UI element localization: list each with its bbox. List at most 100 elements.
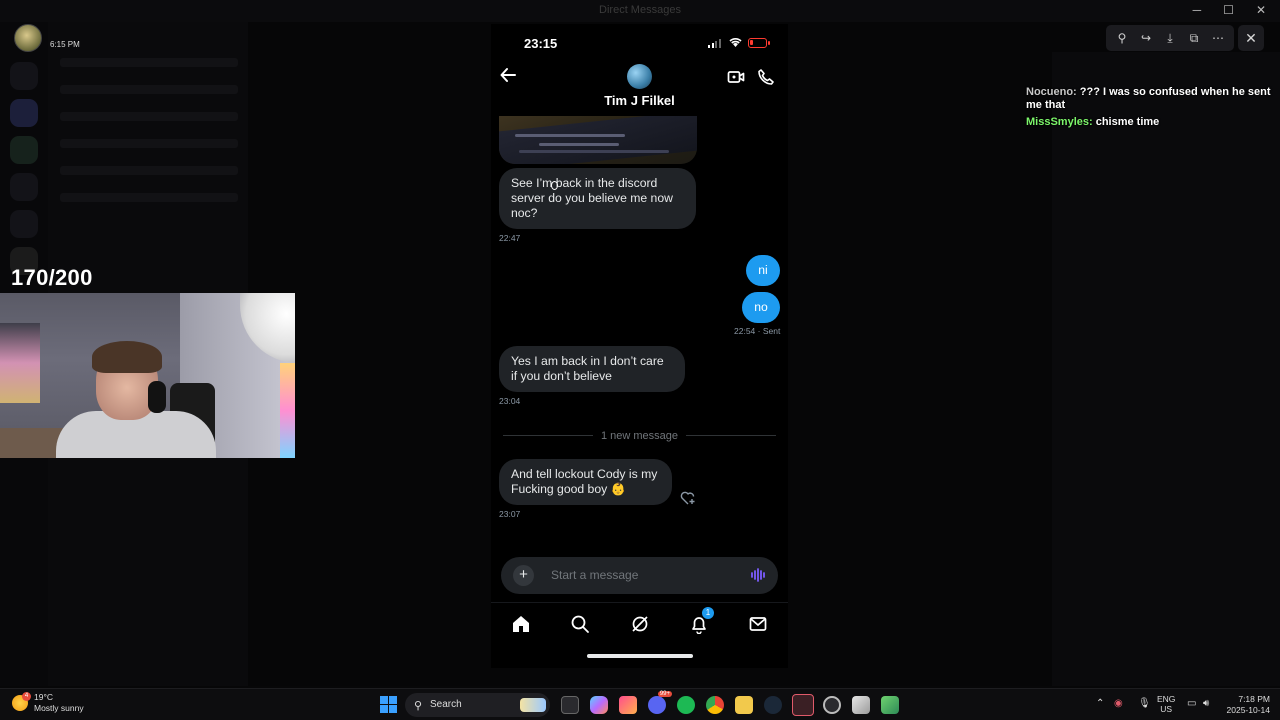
- app-icon[interactable]: [881, 696, 899, 714]
- close-viewer-button[interactable]: ✕: [1238, 25, 1264, 51]
- steam-icon[interactable]: [764, 696, 782, 714]
- message-bubble-received[interactable]: See I’m back in the discord server do yo…: [499, 168, 696, 229]
- microphone-icon[interactable]: 🎙︎: [1138, 698, 1151, 709]
- message-bubble-received[interactable]: Yes I am back in I don’t care if you don…: [499, 346, 685, 392]
- download-icon[interactable]: ⤓: [1162, 31, 1178, 46]
- window-controls: ─ ☐ ✕: [1193, 3, 1266, 17]
- status-time: 23:15: [524, 36, 558, 51]
- network-icon[interactable]: ▭: [1187, 698, 1196, 709]
- search-highlight-icon: [520, 698, 546, 712]
- back-arrow-icon[interactable]: [499, 66, 517, 84]
- clock[interactable]: 7:18 PM 2025-10-14: [1224, 694, 1270, 716]
- tray-app-icon[interactable]: ◉: [1114, 698, 1123, 709]
- avatar: [14, 24, 42, 52]
- battery-level: [750, 40, 753, 45]
- lang-region: US: [1160, 704, 1173, 714]
- taskbar-search[interactable]: ⚲ Search: [405, 693, 550, 717]
- share-icon[interactable]: ↪: [1138, 31, 1154, 45]
- app-icon[interactable]: [852, 696, 870, 714]
- message-timestamp: 22:47: [499, 233, 521, 243]
- server-icon[interactable]: [10, 173, 38, 201]
- taskbar: 4 19°C Mostly sunny ⚲ Search 99+ ⌃ ◉ 🎙︎: [0, 688, 1280, 720]
- discord-icon[interactable]: 99+: [648, 691, 672, 714]
- weather-badge: 4: [22, 692, 31, 701]
- voice-message-icon[interactable]: [750, 568, 766, 582]
- message-timestamp: 23:07: [499, 509, 521, 519]
- weather-sun-icon: 4: [12, 692, 31, 711]
- spotify-icon[interactable]: [677, 696, 695, 714]
- chrome-icon[interactable]: [706, 696, 724, 714]
- window-title: Direct Messages: [599, 4, 681, 16]
- lang-code: ENG: [1157, 694, 1176, 704]
- weather-widget[interactable]: 4 19°C Mostly sunny: [12, 692, 84, 714]
- task-view-icon[interactable]: [561, 696, 579, 714]
- phone-screen: 23:15 Tim J Filkel See I’m back in the d…: [491, 24, 788, 668]
- minimize-icon[interactable]: ─: [1193, 3, 1202, 17]
- active-app-icon[interactable]: [792, 694, 814, 716]
- contact-name[interactable]: Tim J Filkel: [491, 93, 788, 108]
- messages-icon[interactable]: [748, 614, 768, 634]
- wifi-icon: [729, 38, 742, 47]
- goal-counter: 170/200: [11, 265, 93, 290]
- windows-start-icon[interactable]: [380, 696, 397, 713]
- message-input[interactable]: Start a message: [551, 568, 638, 582]
- clock-date: 2025-10-14: [1226, 705, 1270, 715]
- close-icon[interactable]: ✕: [1256, 3, 1266, 17]
- chat-message: Nocueno: ??? I was so confused when he s…: [1026, 86, 1276, 112]
- list-item[interactable]: [60, 85, 238, 94]
- video-call-icon[interactable]: [727, 68, 745, 86]
- server-icon[interactable]: [10, 62, 38, 90]
- search-icon[interactable]: [570, 614, 590, 634]
- profile-panel-background: [1052, 52, 1280, 686]
- chat-username: Nocueno:: [1026, 86, 1077, 98]
- more-icon[interactable]: ⋯: [1210, 31, 1226, 45]
- grok-icon[interactable]: [630, 614, 650, 634]
- list-item[interactable]: [60, 193, 238, 202]
- server-icon[interactable]: [10, 136, 38, 164]
- add-reaction-icon[interactable]: [680, 491, 696, 505]
- signal-icon: [708, 39, 722, 48]
- chat-message: MissSmyles: chisme time: [1026, 116, 1276, 129]
- app-icon[interactable]: [619, 696, 637, 714]
- message-timestamp: 22:54 · Sent: [734, 326, 781, 336]
- message-composer[interactable]: + Start a message: [501, 557, 778, 594]
- image-viewer-toolbar: ⚲ ↪ ⤓ ⧉ ⋯: [1106, 25, 1234, 51]
- language-indicator[interactable]: ENG US: [1157, 694, 1175, 714]
- search-icon: ⚲: [414, 700, 423, 712]
- stream-chat: Nocueno: ??? I was so confused when he s…: [1026, 86, 1276, 133]
- chevron-up-icon[interactable]: ⌃: [1096, 698, 1104, 709]
- mouse-cursor: [551, 181, 558, 190]
- home-icon[interactable]: [511, 614, 531, 634]
- streamer-time: 6:15 PM: [50, 39, 80, 49]
- home-indicator: [587, 654, 693, 658]
- obs-icon[interactable]: [823, 696, 841, 714]
- file-explorer-icon[interactable]: [735, 696, 753, 714]
- message-bubble-sent[interactable]: ni: [746, 255, 780, 286]
- weather-temp: 19°C: [34, 692, 53, 702]
- phone-call-icon[interactable]: [757, 68, 775, 86]
- list-item[interactable]: [60, 112, 238, 121]
- weather-desc: Mostly sunny: [34, 703, 84, 713]
- maximize-icon[interactable]: ☐: [1223, 3, 1234, 17]
- streamer-info: 6:15 PM: [14, 24, 80, 52]
- list-item[interactable]: [60, 139, 238, 148]
- screen: Direct Messages ─ ☐ ✕ 6:15 PM 170/200 23…: [0, 0, 1280, 720]
- bottom-tab-bar: [491, 602, 788, 644]
- webcam-feed: [0, 293, 295, 458]
- image-attachment[interactable]: [499, 116, 697, 164]
- open-external-icon[interactable]: ⧉: [1186, 31, 1202, 46]
- message-bubble-received[interactable]: And tell lockout Cody is my Fucking good…: [499, 459, 672, 505]
- list-item[interactable]: [60, 166, 238, 175]
- copilot-icon[interactable]: [590, 696, 608, 714]
- contact-avatar[interactable]: [627, 64, 652, 89]
- chat-text: chisme time: [1095, 116, 1160, 128]
- discord-badge: 99+: [657, 691, 672, 697]
- list-item[interactable]: [60, 58, 238, 67]
- server-icon[interactable]: [10, 99, 38, 127]
- add-media-icon[interactable]: +: [513, 565, 534, 586]
- zoom-icon[interactable]: ⚲: [1114, 31, 1130, 45]
- server-icon[interactable]: [10, 210, 38, 238]
- battery-icon: [748, 38, 770, 48]
- message-bubble-sent[interactable]: no: [742, 292, 780, 323]
- volume-icon[interactable]: 🔊︎: [1203, 698, 1209, 709]
